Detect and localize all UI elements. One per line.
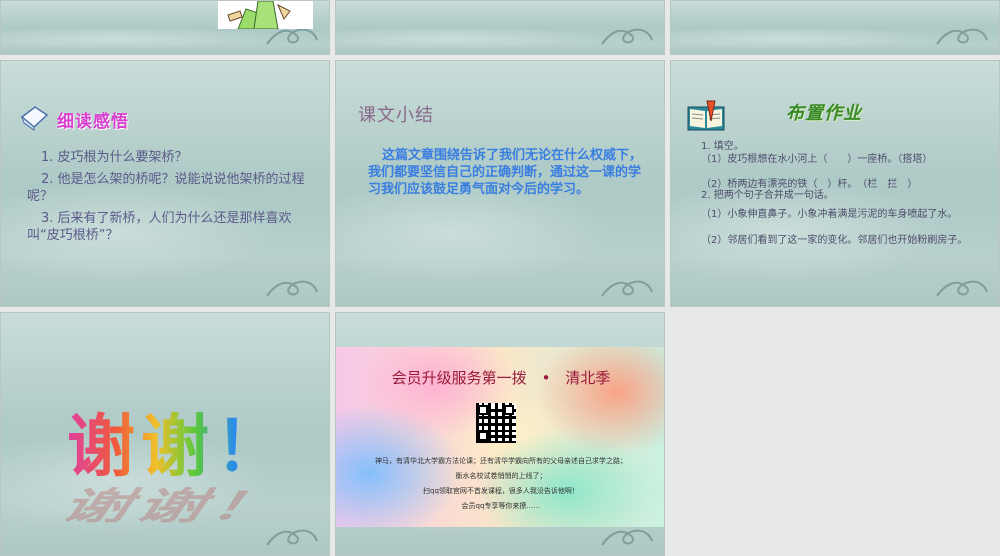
slide-thumbnail-6[interactable]: 布置作业 1. 填空。 （1）皮巧根想在水小河上（ ）一座桥。（搭塔） （2）桥… [670,60,1000,307]
homework-line-5: （1）小象伸直鼻子。小象冲着满是污泥的车身喷起了水。 [701,209,958,220]
book-pencil-icon [687,100,725,131]
homework-line-6: （2）邻居们看到了这一家的变化。邻居们也开始粉刷房子。 [701,235,968,246]
swirl-decoration [936,28,988,45]
thanks-text: 谢谢！ [67,391,289,490]
slide-title: 细读感悟 [57,112,129,132]
promo-line-1: 神马，有清华北大学霸方法论课；还有清华学霸向所有的父母亲述自己求学之路； [375,457,627,465]
cartoon-image [218,1,313,30]
homework-line-1: 1. 填空。 [701,141,744,152]
page-icon [20,106,49,131]
slide-title: 课文小结 [358,105,434,126]
question-3: 3. 后来有了新桥，人们为什么还是那样喜欢叫“皮巧根桥”？ [27,211,292,243]
swirl-decoration [601,280,653,297]
qr-code[interactable] [476,403,516,443]
promo-line-4: 会员qq专享等你来撩…… [461,502,541,510]
slide-thumbnail-5[interactable]: 课文小结 这篇文章围绕告诉了我们无论在什么权威下，我们都要坚信自己的正确判断，通… [335,60,665,307]
slide-thumbnail-1[interactable] [0,0,330,55]
summary-text: 这篇文章围绕告诉了我们无论在什么权威下，我们都要坚信自己的正确判断，通过这一课的… [368,148,643,197]
promo-line-2: 衡水名校试卷悄悄的上线了； [455,472,547,480]
question-2: 2. 他是怎么架的桥呢？说能说说他架桥的过程呢？ [27,172,305,204]
swirl-decoration [266,280,318,297]
slide-thumbnail-4[interactable]: 细读感悟 1. 皮巧根为什么要架桥？ 2. 他是怎么架的桥呢？说能说说他架桥的过… [0,60,330,307]
promo-line-3: 扫qq领取官网不首发课程，很多人我没告诉他啊！ [423,487,579,495]
slide-title: 布置作业 [786,103,862,124]
question-1: 1. 皮巧根为什么要架桥？ [41,150,188,165]
slide-thumbnail-8[interactable]: 会员升级服务第一拨 • 清北季 神马，有清华北大学霸方法论课；还有清华学霸向所有… [335,312,665,556]
swirl-decoration [936,280,988,297]
swirl-decoration [601,28,653,45]
homework-line-4: 2. 把两个句子合并成一句话。 [701,190,834,201]
promo-banner: 会员升级服务第一拨 • 清北季 神马，有清华北大学霸方法论课；还有清华学霸向所有… [336,347,664,527]
slide-thumbnail-2[interactable] [335,0,665,55]
slide-thumbnail-7[interactable]: 谢谢！ 谢谢！ [0,312,330,556]
homework-line-2: （1）皮巧根想在水小河上（ ）一座桥。（搭塔） [701,154,933,165]
promo-headline: 会员升级服务第一拨 • 清北季 [391,369,611,387]
slide-thumbnail-3[interactable] [670,0,1000,55]
